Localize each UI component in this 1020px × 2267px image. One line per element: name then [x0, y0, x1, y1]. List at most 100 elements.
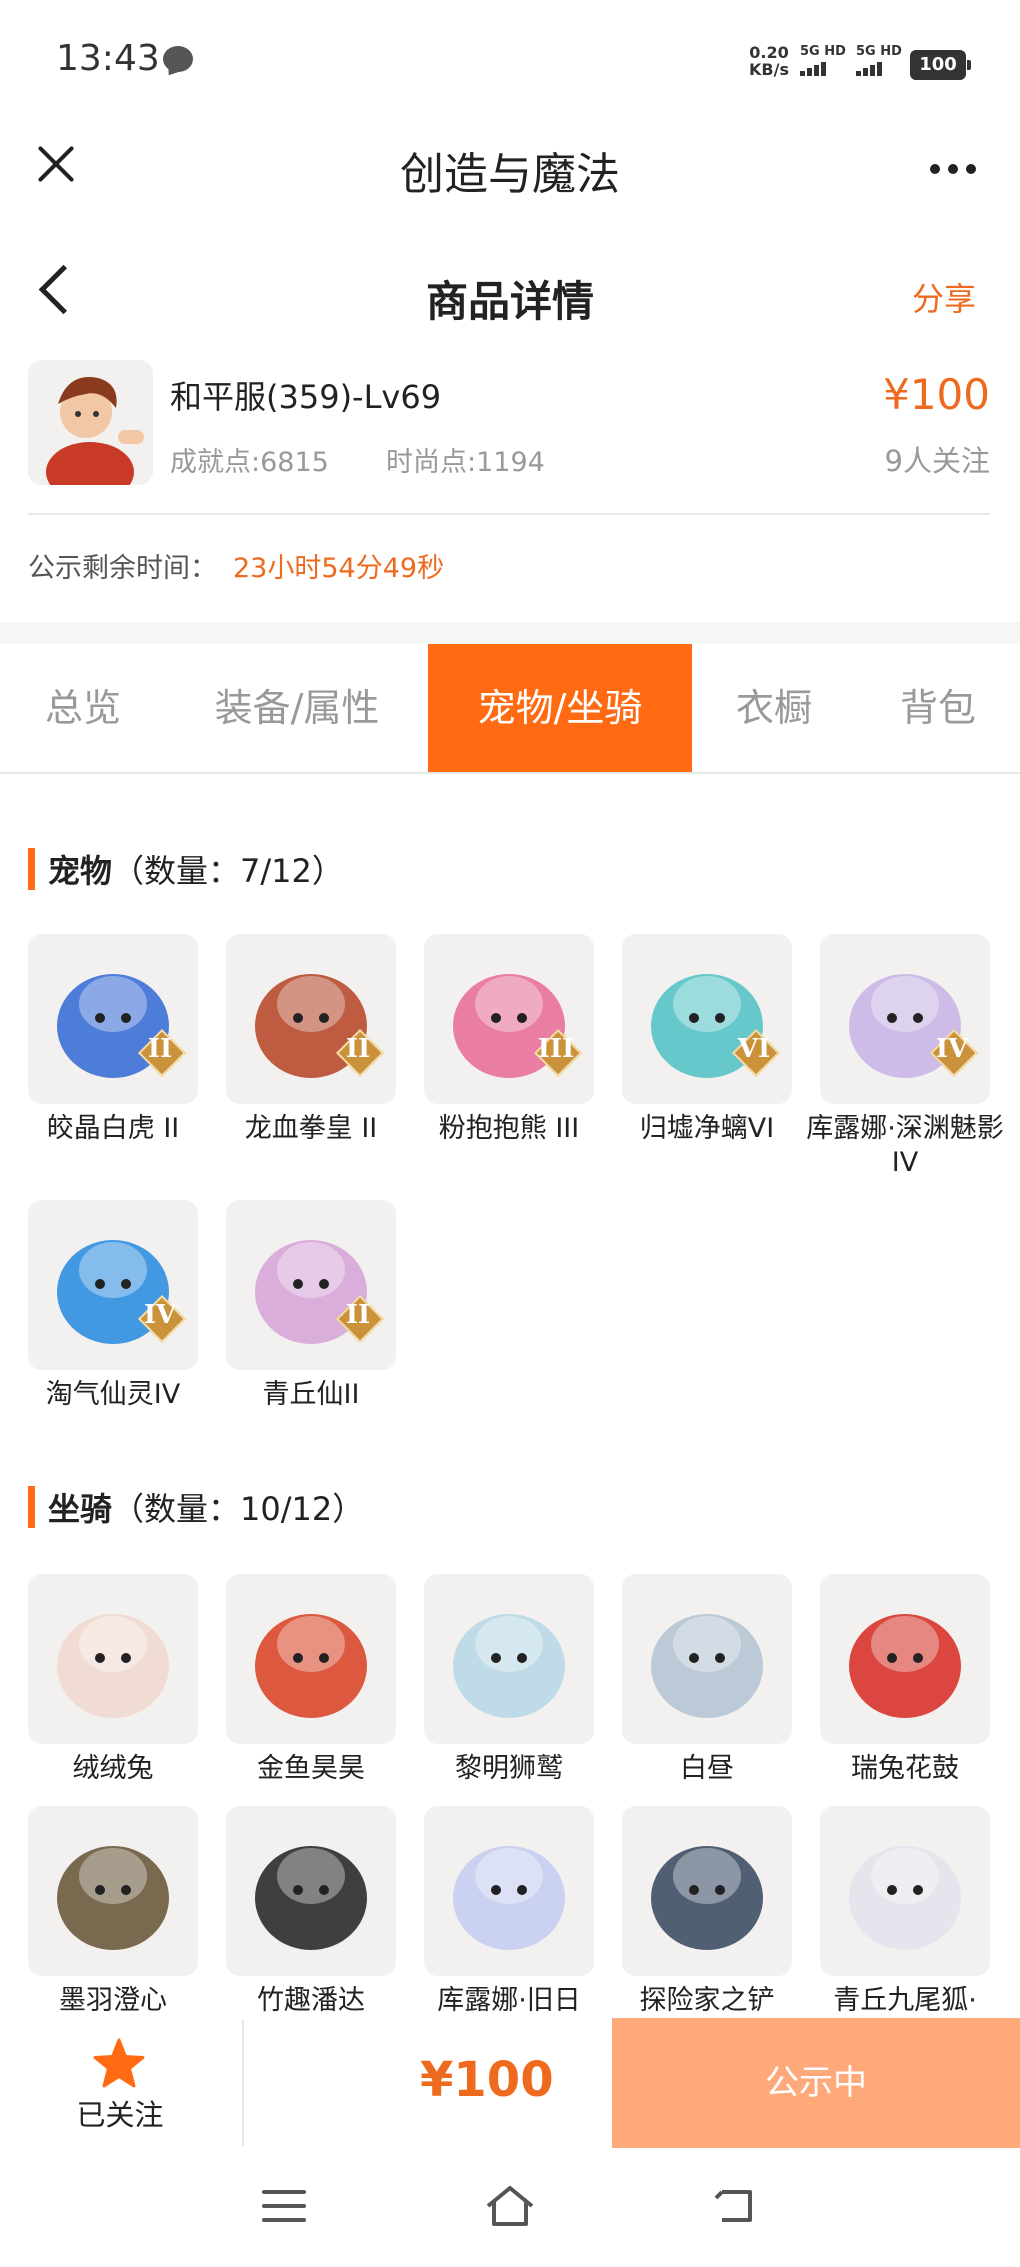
signal-2: 5G HD — [856, 44, 906, 76]
bottom-price: ¥100 — [420, 2052, 554, 2108]
network-speed: 0.20 KB/s — [744, 44, 794, 78]
mount-image — [226, 1574, 396, 1744]
pet-card[interactable]: II — [226, 934, 396, 1104]
pet-image — [28, 1200, 198, 1370]
pet-image — [226, 1200, 396, 1370]
section-marker — [28, 848, 35, 890]
tier-badge-label: II — [345, 1034, 371, 1064]
mount-card[interactable] — [424, 1806, 594, 1976]
mount-image — [28, 1574, 198, 1744]
signal-bars-icon — [856, 60, 906, 76]
mount-name: 白昼 — [680, 1753, 734, 1784]
tier-badge-label: II — [147, 1034, 173, 1064]
pet-name: 皎晶白虎 II — [46, 1113, 180, 1144]
mount-image — [226, 1806, 396, 1976]
mount-image — [622, 1806, 792, 1976]
signal-1-label: 5G HD — [800, 44, 846, 59]
tier-badge-label: III — [537, 1034, 575, 1064]
pet-image — [424, 934, 594, 1104]
mount-card[interactable] — [226, 1574, 396, 1744]
character-avatar — [28, 360, 153, 485]
more-icon[interactable] — [930, 164, 976, 174]
chat-bubble-icon — [163, 46, 193, 72]
followed-button[interactable]: 已关注 — [60, 2092, 180, 2134]
tier-badge-label: IV — [935, 1034, 969, 1064]
mounts-count: （数量：10/12） — [112, 1490, 365, 1528]
mount-image — [424, 1806, 594, 1976]
mount-name: 绒绒兔 — [72, 1753, 154, 1784]
pet-name: 淘气仙灵IV — [45, 1379, 181, 1410]
pet-card[interactable]: III — [424, 934, 594, 1104]
pet-image — [28, 934, 198, 1104]
notice-label: 公示剩余时间： — [28, 553, 217, 584]
tab-wardrobe[interactable]: 衣橱 — [692, 644, 856, 772]
mount-name: 金鱼昊昊 — [257, 1753, 365, 1784]
mount-name: 竹趣潘达 — [257, 1985, 365, 2016]
notice-countdown: 23小时54分49秒 — [233, 553, 445, 584]
tier-badge-label: IV — [143, 1300, 177, 1330]
mount-name: 瑞兔花鼓 — [851, 1753, 959, 1784]
mount-image — [28, 1806, 198, 1976]
mount-image — [820, 1806, 990, 1976]
battery-indicator: 100 — [910, 50, 971, 80]
fashion-points: 时尚点:1194 — [386, 447, 545, 478]
mount-name: 库露娜·旧日 — [437, 1985, 581, 2016]
mount-image — [424, 1574, 594, 1744]
signal-2-label: 5G HD — [856, 44, 902, 59]
tier-badge-label: VI — [737, 1034, 771, 1064]
section-separator — [0, 622, 1020, 644]
pet-name: 青丘仙II — [262, 1379, 360, 1410]
mount-name: 探险家之铲 — [639, 1985, 775, 2016]
pet-image — [622, 934, 792, 1104]
pets-section-title: 宠物（数量：7/12） — [48, 846, 344, 892]
pet-card[interactable]: II — [226, 1200, 396, 1370]
divider — [242, 2020, 244, 2146]
pet-card[interactable]: VI — [622, 934, 792, 1104]
page-title: 商品详情 — [425, 277, 594, 326]
tab-backpack[interactable]: 背包 — [856, 644, 1020, 772]
home-icon[interactable] — [484, 2184, 536, 2228]
signal-bars-icon — [800, 60, 850, 76]
achievement-points: 成就点:6815 — [170, 447, 329, 478]
mount-card[interactable] — [28, 1806, 198, 1976]
app-title: 创造与魔法 — [400, 149, 620, 200]
star-icon[interactable] — [92, 2037, 146, 2091]
signal-1: 5G HD — [800, 44, 850, 76]
mount-name: 黎明狮鹫 — [455, 1753, 563, 1784]
mount-card[interactable] — [424, 1574, 594, 1744]
mounts-section-title: 坐骑（数量：10/12） — [48, 1484, 364, 1530]
mount-card[interactable] — [622, 1806, 792, 1976]
tier-badge-label: II — [345, 1300, 371, 1330]
public-notice-button[interactable]: 公示中 — [612, 2018, 1020, 2148]
mount-card[interactable] — [622, 1574, 792, 1744]
network-speed-unit: KB/s — [749, 60, 789, 79]
network-speed-value: 0.20 — [749, 43, 789, 62]
status-time: 13:43 — [56, 38, 160, 79]
back-nav-icon[interactable] — [714, 2186, 758, 2226]
mount-image — [820, 1574, 990, 1744]
section-marker — [28, 1486, 35, 1528]
mount-card[interactable] — [28, 1574, 198, 1744]
mounts-title: 坐骑 — [48, 1490, 113, 1528]
mount-card[interactable] — [820, 1574, 990, 1744]
mount-name: 墨羽澄心 — [59, 1985, 167, 2016]
pet-card[interactable]: IV — [28, 1200, 198, 1370]
mount-card[interactable] — [226, 1806, 396, 1976]
pet-name: 粉抱抱熊 III — [438, 1113, 580, 1144]
tab-overview[interactable]: 总览 — [0, 644, 166, 772]
mount-name: 青丘九尾狐· — [833, 1985, 977, 2016]
tab-pets-mounts[interactable]: 宠物/坐骑 — [428, 644, 692, 772]
server-level: 和平服(359)-Lv69 — [170, 378, 442, 416]
pet-card[interactable]: II — [28, 934, 198, 1104]
menu-icon[interactable] — [262, 2190, 306, 2232]
product-price: ¥100 — [883, 370, 990, 419]
pets-count: （数量：7/12） — [112, 852, 344, 890]
tab-equipment[interactable]: 装备/属性 — [166, 644, 428, 772]
pet-card[interactable]: IV — [820, 934, 990, 1104]
pet-name: 库露娜·深渊魅影IV — [806, 1113, 1004, 1178]
mount-card[interactable] — [820, 1806, 990, 1976]
pet-image — [226, 934, 396, 1104]
share-button[interactable]: 分享 — [912, 274, 976, 320]
mount-image — [622, 1574, 792, 1744]
followers-count: 9人关注 — [884, 444, 990, 478]
